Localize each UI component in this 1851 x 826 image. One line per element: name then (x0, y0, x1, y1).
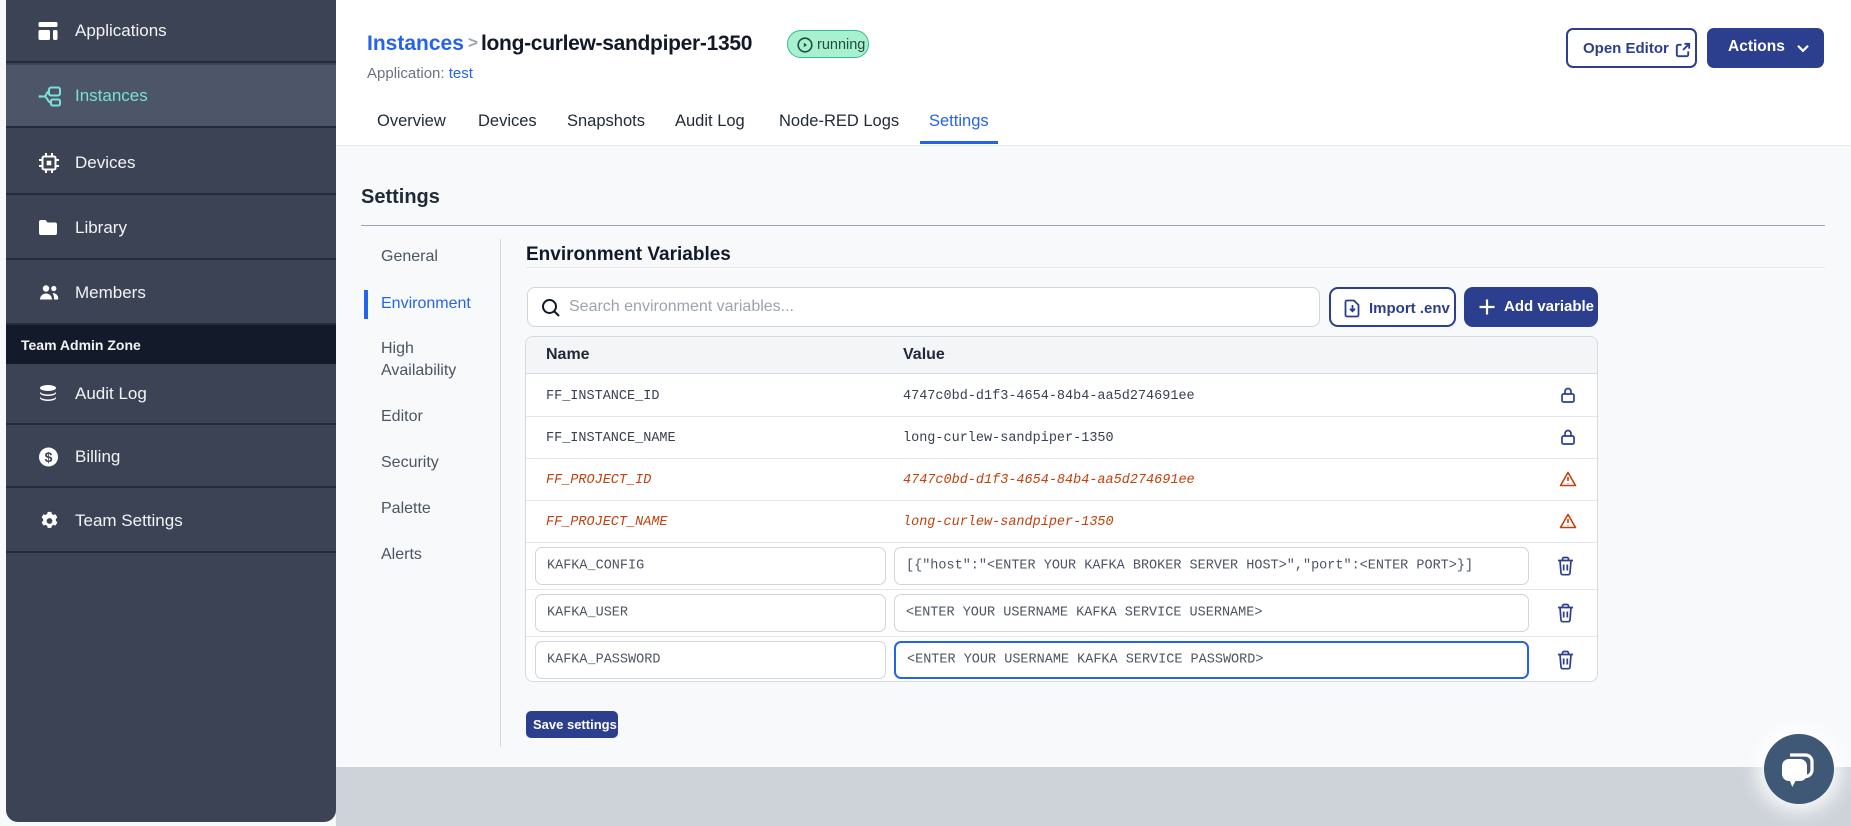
svg-text:$: $ (45, 448, 53, 464)
